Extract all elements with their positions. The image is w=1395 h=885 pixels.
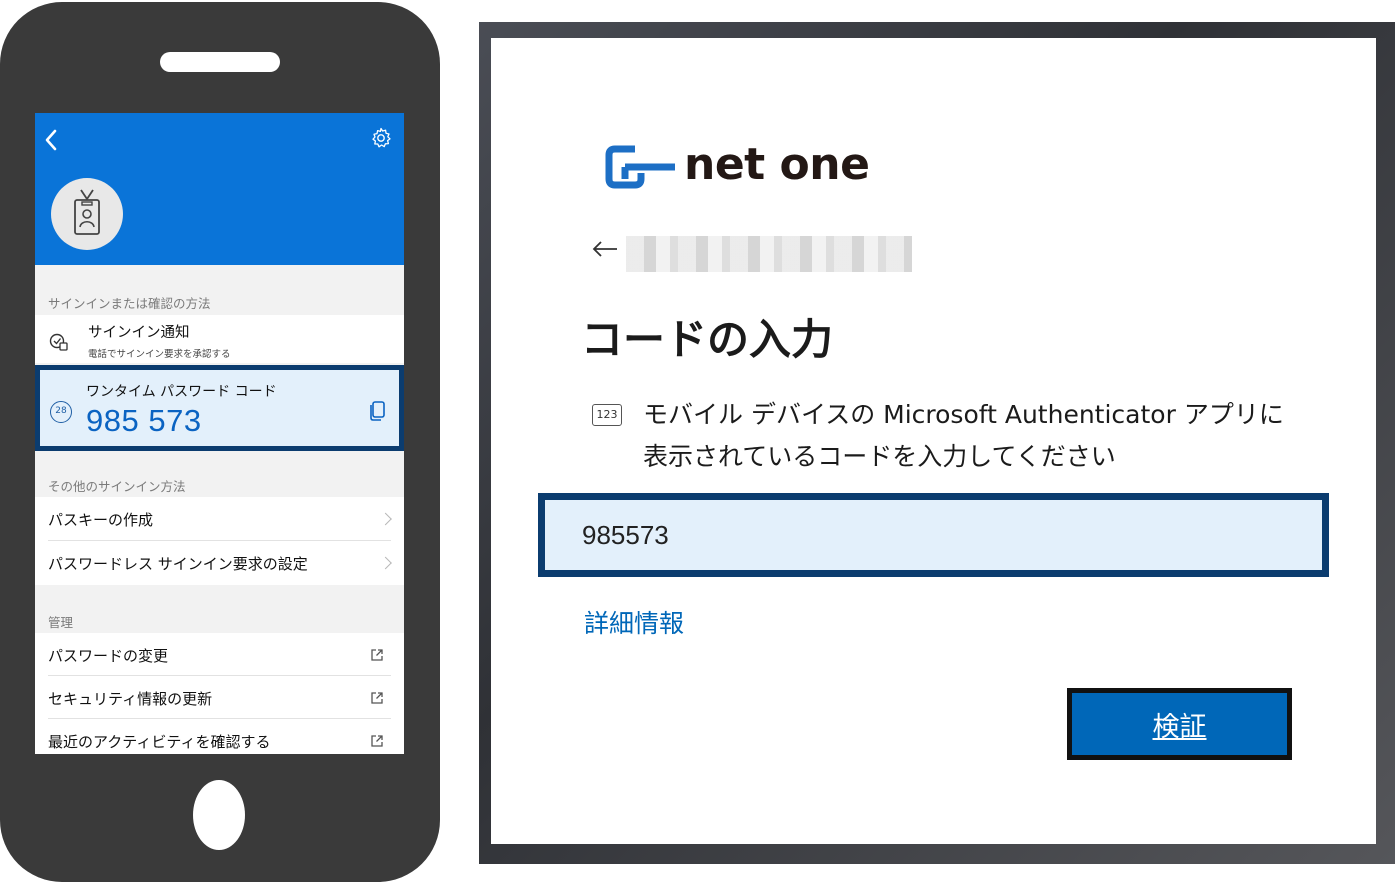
phone-frame: サインインまたは確認の方法 サインイン通知 電話でサインイン要求を承認する 28… bbox=[0, 2, 440, 882]
list-item-change-password[interactable]: パスワードの変更 bbox=[35, 633, 404, 676]
notification-subtitle: 電話でサインイン要求を承認する bbox=[88, 349, 231, 360]
dialog-title: コードの入力 bbox=[581, 315, 834, 364]
section-label-signin-methods: サインインまたは確認の方法 bbox=[48, 296, 211, 311]
app-header bbox=[35, 113, 404, 265]
account-avatar bbox=[51, 178, 123, 250]
code-input-highlight bbox=[538, 493, 1329, 577]
instruction-text: モバイル デバイスの Microsoft Authenticator アプリに … bbox=[643, 394, 1323, 478]
external-link-icon bbox=[371, 734, 383, 747]
notification-title: サインイン通知 bbox=[88, 325, 190, 341]
section-label-management: 管理 bbox=[48, 615, 74, 630]
notification-check-icon bbox=[49, 333, 68, 351]
otp-code-item[interactable]: 28 ワンタイム パスワード コード 985 573 bbox=[35, 365, 404, 451]
list-item-update-security-info[interactable]: セキュリティ情報の更新 bbox=[35, 676, 404, 719]
home-button[interactable] bbox=[193, 780, 245, 850]
back-arrow-icon[interactable] bbox=[591, 240, 619, 258]
signin-notification-item[interactable]: サインイン通知 電話でサインイン要求を承認する bbox=[35, 315, 404, 363]
chevron-right-icon bbox=[379, 556, 392, 570]
external-link-icon bbox=[371, 691, 383, 704]
netone-logo-icon bbox=[605, 145, 675, 189]
netone-logo-text: net one bbox=[684, 139, 870, 190]
back-chevron-icon[interactable] bbox=[41, 127, 61, 153]
section-label-other-methods: その他のサインイン方法 bbox=[48, 479, 186, 494]
instruction-line-2: 表示されているコードを入力してください bbox=[643, 442, 1116, 471]
chevron-right-icon bbox=[379, 512, 392, 526]
copy-icon[interactable] bbox=[368, 400, 386, 422]
authenticator-screen: サインインまたは確認の方法 サインイン通知 電話でサインイン要求を承認する 28… bbox=[35, 113, 404, 754]
list-item-label: パスワードの変更 bbox=[48, 647, 169, 665]
list-item-label: パスキーの作成 bbox=[48, 511, 154, 529]
instruction-line-1: モバイル デバイスの Microsoft Authenticator アプリに bbox=[643, 400, 1284, 429]
number-entry-icon: 123 bbox=[592, 404, 622, 426]
masked-email bbox=[626, 236, 912, 272]
code-input[interactable] bbox=[545, 500, 1322, 570]
list-item-create-passkey[interactable]: パスキーの作成 bbox=[35, 497, 404, 541]
dialog-backdrop: net one コードの入力 123 モバイル デバイスの Microsoft … bbox=[479, 22, 1395, 864]
signin-dialog: net one コードの入力 123 モバイル デバイスの Microsoft … bbox=[491, 38, 1376, 844]
list-item-label: パスワードレス サインイン要求の設定 bbox=[48, 555, 308, 573]
list-item-passwordless-setup[interactable]: パスワードレス サインイン要求の設定 bbox=[35, 541, 404, 585]
otp-timer-icon: 28 bbox=[50, 401, 72, 423]
otp-title: ワンタイム パスワード コード bbox=[86, 384, 277, 400]
otp-code: 985 573 bbox=[86, 403, 202, 438]
list-item-label: 最近のアクティビティを確認する bbox=[48, 733, 271, 751]
more-info-link[interactable]: 詳細情報 bbox=[584, 604, 684, 640]
gear-icon[interactable] bbox=[370, 127, 392, 149]
verify-button[interactable]: 検証 bbox=[1067, 688, 1292, 760]
list-item-label: セキュリティ情報の更新 bbox=[48, 690, 213, 708]
id-badge-icon bbox=[74, 189, 100, 235]
phone-speaker bbox=[160, 52, 280, 72]
list-item-recent-activity[interactable]: 最近のアクティビティを確認する bbox=[35, 719, 404, 754]
external-link-icon bbox=[371, 648, 383, 661]
